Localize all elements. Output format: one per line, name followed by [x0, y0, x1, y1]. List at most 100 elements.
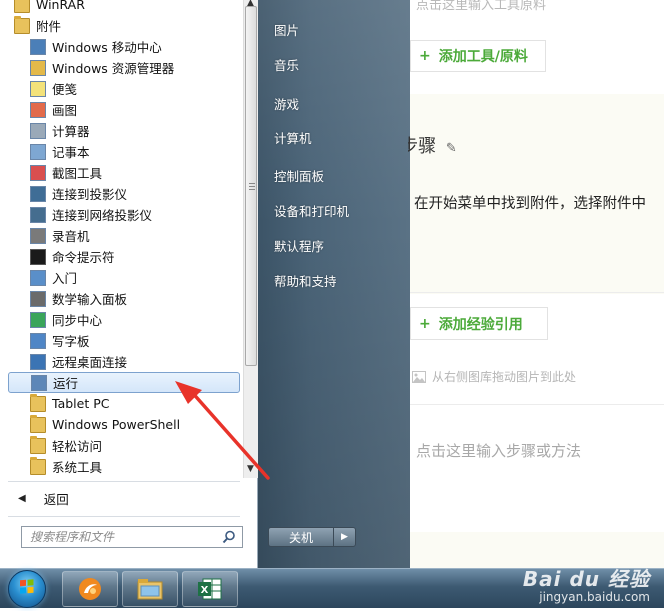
plus-icon: + — [419, 315, 431, 332]
image-drop-hint: 从右侧图库拖动图片到此处 — [432, 370, 577, 384]
image-icon — [412, 370, 426, 383]
right-item-pictures[interactable]: 图片 — [274, 20, 299, 39]
back-button[interactable]: ◀ 返回 — [8, 486, 240, 510]
program-item-22[interactable]: 系统工具 — [8, 456, 240, 477]
shutdown-button-group: 关机 ▶ — [268, 527, 356, 547]
taskbar-explorer-button[interactable] — [122, 571, 178, 607]
programs-pane: WinRAR 附件 Windows 移动中心 Windows 资源管理器 便笺画图计算器… — [0, 0, 258, 568]
divider — [408, 404, 664, 405]
program-item-label: 远程桌面连接 — [52, 355, 128, 370]
program-item-12[interactable]: 命令提示符 — [8, 246, 240, 267]
browser-icon — [79, 578, 101, 600]
program-item-8[interactable]: 截图工具 — [8, 162, 240, 183]
shutdown-button[interactable]: 关机 — [269, 528, 334, 546]
program-item-17[interactable]: 远程桌面连接 — [8, 351, 240, 372]
right-item-help-support[interactable]: 帮助和支持 — [274, 271, 337, 290]
run-icon — [31, 374, 47, 391]
explorer-icon — [137, 579, 163, 600]
folder-icon — [30, 435, 46, 454]
program-item-14[interactable]: 数学输入面板 — [8, 288, 240, 309]
getting-started-icon — [30, 269, 46, 286]
right-item-games[interactable]: 游戏 — [274, 94, 299, 113]
image-drop-zone[interactable]: 从右侧图库拖动图片到此处 — [412, 368, 576, 385]
explorer-folder-icon — [30, 59, 46, 76]
folder-icon — [30, 456, 46, 475]
program-item-label: 记事本 — [52, 145, 90, 160]
step-text[interactable]: 在开始菜单中找到附件，选择附件中 — [414, 192, 646, 213]
shutdown-options-arrow-icon[interactable]: ▶ — [334, 528, 355, 546]
program-item-19[interactable]: Tablet PC — [8, 393, 240, 414]
program-item-9[interactable]: 连接到投影仪 — [8, 183, 240, 204]
program-item-15[interactable]: 同步中心 — [8, 309, 240, 330]
edit-pencil-icon[interactable]: ✎ — [446, 141, 457, 156]
search-icon[interactable] — [222, 530, 236, 544]
program-item-label: 画图 — [52, 103, 78, 118]
program-item-label: 运行 — [53, 376, 79, 391]
right-item-default-programs[interactable]: 默认程序 — [274, 236, 324, 255]
add-reference-button[interactable]: + 添加经验引用 — [410, 307, 548, 340]
search-box[interactable] — [21, 526, 243, 548]
calculator-icon — [30, 122, 46, 139]
back-label: 返回 — [43, 491, 69, 507]
taskbar-browser-button[interactable] — [62, 571, 118, 607]
network-projector-icon — [30, 206, 46, 223]
add-reference-button-label: 添加经验引用 — [438, 316, 523, 333]
right-item-computer[interactable]: 计算机 — [274, 128, 312, 147]
program-item-1[interactable]: 附件 — [8, 15, 240, 36]
grip-line — [249, 189, 255, 190]
baidu-jingyan-watermark: Bai du 经验 jingyan.baidu.com — [523, 568, 650, 604]
program-item-13[interactable]: 入门 — [8, 267, 240, 288]
program-item-label: 连接到网络投影仪 — [52, 208, 153, 223]
program-item-18[interactable]: 运行 — [8, 372, 240, 393]
program-item-16[interactable]: 写字板 — [8, 330, 240, 351]
program-item-21[interactable]: 轻松访问 — [8, 435, 240, 456]
program-item-20[interactable]: Windows PowerShell — [8, 414, 240, 435]
taskbar-excel-button[interactable]: X — [182, 571, 238, 607]
program-item-5[interactable]: 画图 — [8, 99, 240, 120]
footer-strip — [408, 532, 664, 568]
watermark-brand: Bai du 经验 — [522, 567, 650, 591]
program-item-4[interactable]: 便笺 — [8, 78, 240, 99]
program-item-label: 命令提示符 — [52, 250, 115, 265]
program-item-label: 同步中心 — [52, 313, 103, 328]
search-input[interactable] — [28, 529, 222, 545]
program-item-6[interactable]: 计算器 — [8, 120, 240, 141]
add-tools-button-label: 添加工具/原料 — [438, 49, 528, 65]
program-item-label: 写字板 — [52, 334, 90, 349]
grip-line — [249, 186, 255, 187]
microphone-icon — [30, 227, 46, 244]
program-item-2[interactable]: Windows 移动中心 — [8, 36, 240, 57]
right-item-devices-printers[interactable]: 设备和打印机 — [274, 201, 349, 220]
program-item-label: 入门 — [52, 271, 78, 286]
program-item-label: 截图工具 — [52, 166, 103, 181]
scroll-down-arrow-icon[interactable]: ▼ — [247, 464, 254, 474]
back-arrow-icon: ◀ — [18, 492, 26, 504]
folder-open-icon — [14, 15, 30, 34]
svg-text:X: X — [201, 585, 209, 596]
program-item-label: Tablet PC — [52, 396, 110, 411]
folder-icon — [30, 414, 46, 433]
right-item-music[interactable]: 音乐 — [274, 55, 299, 74]
program-item-label: WinRAR — [36, 0, 85, 12]
paint-icon — [30, 101, 46, 118]
programs-scrollbar[interactable]: ▲ ▼ — [243, 0, 258, 478]
start-orb-icon[interactable] — [8, 570, 46, 608]
program-item-0[interactable]: WinRAR — [8, 0, 240, 15]
add-tools-button[interactable]: + 添加工具/原料 — [410, 40, 546, 72]
program-item-label: Windows PowerShell — [52, 417, 181, 432]
scrollbar-thumb[interactable] — [245, 6, 257, 366]
step-input-hint[interactable]: 点击这里输入步骤或方法 — [416, 440, 581, 461]
program-item-10[interactable]: 连接到网络投影仪 — [8, 204, 240, 225]
right-item-control-panel[interactable]: 控制面板 — [274, 166, 324, 185]
program-item-11[interactable]: 录音机 — [8, 225, 240, 246]
program-item-label: 系统工具 — [52, 460, 103, 475]
input-tools-hint[interactable]: 点击这里输入工具原料 — [416, 0, 546, 13]
method-steps-title: 方法/步骤 ✎ — [408, 136, 457, 157]
program-item-3[interactable]: Windows 资源管理器 — [8, 57, 240, 78]
math-input-icon — [30, 290, 46, 307]
program-item-7[interactable]: 记事本 — [8, 141, 240, 162]
program-item-label: Windows 移动中心 — [52, 40, 162, 55]
snipping-tool-icon — [30, 164, 46, 181]
wordpad-icon — [30, 332, 46, 349]
background-webpage: 点击这里输入工具原料 + 添加工具/原料 方法/步骤 ✎ 在开始菜单中找到附件，… — [408, 0, 664, 568]
